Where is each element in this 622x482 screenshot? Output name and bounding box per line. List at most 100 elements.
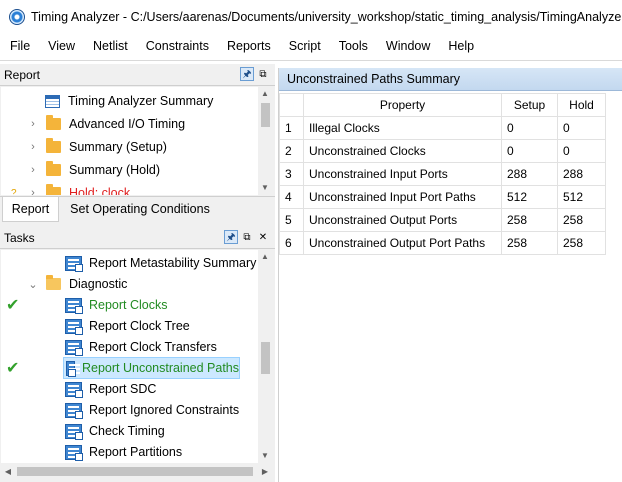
tree-item-label: Advanced I/O Timing [69, 117, 186, 131]
tree-item-label: Summary (Setup) [69, 140, 167, 154]
menu-file[interactable]: File [0, 39, 38, 53]
hold-cell: 288 [557, 162, 606, 186]
menu-tools[interactable]: Tools [329, 39, 376, 53]
unconstrained-paths-table: Property Setup Hold 1 Illegal Clocks 0 0… [279, 93, 606, 255]
column-header-hold[interactable]: Hold [557, 93, 606, 117]
task-report-unconstrained-paths[interactable]: Report Unconstrained Paths [63, 357, 240, 379]
tree-item-label: Timing Analyzer Summary [68, 94, 214, 108]
tab-set-operating-conditions[interactable]: Set Operating Conditions [64, 197, 216, 222]
menu-script[interactable]: Script [279, 39, 329, 53]
timing-analyzer-app-icon [9, 8, 25, 25]
table-row[interactable]: 2 Unconstrained Clocks 0 0 [279, 139, 606, 163]
tree-item-label: Summary (Hold) [69, 163, 160, 177]
tree-item-summary-hold[interactable]: › Summary (Hold) [28, 159, 160, 181]
table-row[interactable]: 1 Illegal Clocks 0 0 [279, 116, 606, 140]
folder-icon [46, 115, 61, 130]
pin-icon[interactable]: 🖈 [224, 230, 238, 244]
left-column: Report 🖈 ⧉ Timing Analyzer Summary › Adv… [0, 64, 275, 482]
menu-help[interactable]: Help [438, 39, 482, 53]
task-label: Report Partitions [89, 445, 183, 459]
task-icon [65, 339, 83, 356]
scroll-down-arrow-icon[interactable]: ▼ [258, 181, 272, 195]
task-report-sdc[interactable]: Report SDC [65, 378, 156, 400]
report-content-title: Unconstrained Paths Summary [279, 68, 622, 91]
task-report-clocks[interactable]: Report Clocks [65, 294, 168, 316]
scroll-thumb[interactable] [261, 103, 270, 127]
scroll-left-arrow-icon[interactable]: ◀ [1, 464, 15, 479]
scroll-right-arrow-icon[interactable]: ▶ [258, 464, 272, 479]
hold-cell: 0 [557, 139, 606, 163]
report-pane-header: Report 🖈 ⧉ [0, 64, 275, 86]
row-index: 4 [279, 185, 304, 209]
setup-cell: 0 [501, 139, 558, 163]
checkmark-icon: ✔ [6, 297, 20, 314]
tree-item-hold-clock[interactable]: ? › Hold: clock [11, 182, 130, 195]
chevron-right-icon[interactable]: › [28, 187, 38, 195]
task-report-ignored-constraints[interactable]: Report Ignored Constraints [65, 399, 239, 421]
task-icon [65, 381, 83, 398]
table-icon [45, 94, 60, 108]
column-header-setup[interactable]: Setup [501, 93, 558, 117]
task-icon [65, 255, 83, 272]
task-label: Report Metastability Summary [89, 256, 257, 270]
tasks-horizontal-scrollbar[interactable]: ◀ ▶ [1, 464, 272, 479]
column-header-index[interactable] [279, 93, 304, 117]
chevron-down-icon[interactable]: ⌄ [28, 278, 38, 291]
scroll-up-arrow-icon[interactable]: ▲ [258, 250, 272, 264]
chevron-right-icon[interactable]: › [28, 141, 38, 153]
table-row[interactable]: 5 Unconstrained Output Ports 258 258 [279, 208, 606, 232]
task-folder-diagnostic[interactable]: ⌄ Diagnostic [28, 273, 127, 295]
pin-icon[interactable]: 🖈 [240, 67, 254, 81]
setup-cell: 512 [501, 185, 558, 209]
tab-report[interactable]: Report [2, 197, 59, 222]
scroll-thumb[interactable] [17, 467, 253, 476]
report-tree-scrollbar[interactable]: ▲ ▼ [258, 87, 272, 195]
table-row[interactable]: 4 Unconstrained Input Port Paths 512 512 [279, 185, 606, 209]
tree-item-timing-analyzer-summary[interactable]: Timing Analyzer Summary [45, 90, 213, 112]
close-icon[interactable]: ✕ [256, 230, 270, 244]
chevron-right-icon[interactable]: › [28, 164, 38, 176]
table-header-row: Property Setup Hold [279, 93, 606, 117]
menu-bar: File View Netlist Constraints Reports Sc… [0, 33, 622, 59]
task-label: Check Timing [89, 424, 165, 438]
report-pane-title: Report [4, 67, 41, 82]
title-bar: Timing Analyzer - C:/Users/aarenas/Docum… [0, 0, 622, 33]
setup-cell: 0 [501, 116, 558, 140]
task-report-metastability-summary[interactable]: Report Metastability Summary [65, 252, 256, 274]
property-cell: Unconstrained Output Port Paths [303, 231, 502, 255]
table-row[interactable]: 3 Unconstrained Input Ports 288 288 [279, 162, 606, 186]
window-title: Timing Analyzer - C:/Users/aarenas/Docum… [31, 9, 621, 24]
property-cell: Unconstrained Clocks [303, 139, 502, 163]
menu-netlist[interactable]: Netlist [83, 39, 136, 53]
chevron-right-icon[interactable]: › [28, 118, 38, 130]
tasks-pane-title: Tasks [4, 230, 35, 245]
task-icon [66, 360, 80, 377]
property-cell: Unconstrained Input Ports [303, 162, 502, 186]
folder-icon [46, 161, 61, 176]
hold-cell: 512 [557, 185, 606, 209]
scroll-down-arrow-icon[interactable]: ▼ [258, 449, 272, 463]
task-report-clock-transfers[interactable]: Report Clock Transfers [65, 336, 217, 358]
menu-window[interactable]: Window [376, 39, 438, 53]
tree-item-advanced-io-timing[interactable]: › Advanced I/O Timing [28, 113, 185, 135]
menu-constraints[interactable]: Constraints [136, 39, 217, 53]
task-icon [65, 402, 83, 419]
tree-item-label: Hold: clock [69, 186, 131, 195]
scroll-up-arrow-icon[interactable]: ▲ [258, 87, 272, 101]
task-check-timing[interactable]: Check Timing [65, 420, 165, 442]
scroll-thumb[interactable] [261, 342, 270, 374]
column-header-property[interactable]: Property [303, 93, 502, 117]
hold-cell: 0 [557, 116, 606, 140]
task-report-partitions[interactable]: Report Partitions [65, 441, 182, 463]
table-row[interactable]: 6 Unconstrained Output Port Paths 258 25… [279, 231, 606, 255]
task-report-clock-tree[interactable]: Report Clock Tree [65, 315, 190, 337]
tasks-tree-scrollbar[interactable]: ▲ ▼ [258, 250, 272, 463]
menu-reports[interactable]: Reports [217, 39, 279, 53]
menu-divider [0, 60, 622, 61]
float-window-icon[interactable]: ⧉ [240, 230, 254, 244]
task-label: Report Ignored Constraints [89, 403, 240, 417]
menu-view[interactable]: View [38, 39, 83, 53]
tree-item-summary-setup[interactable]: › Summary (Setup) [28, 136, 167, 158]
row-index: 1 [279, 116, 304, 140]
float-window-icon[interactable]: ⧉ [256, 67, 270, 81]
